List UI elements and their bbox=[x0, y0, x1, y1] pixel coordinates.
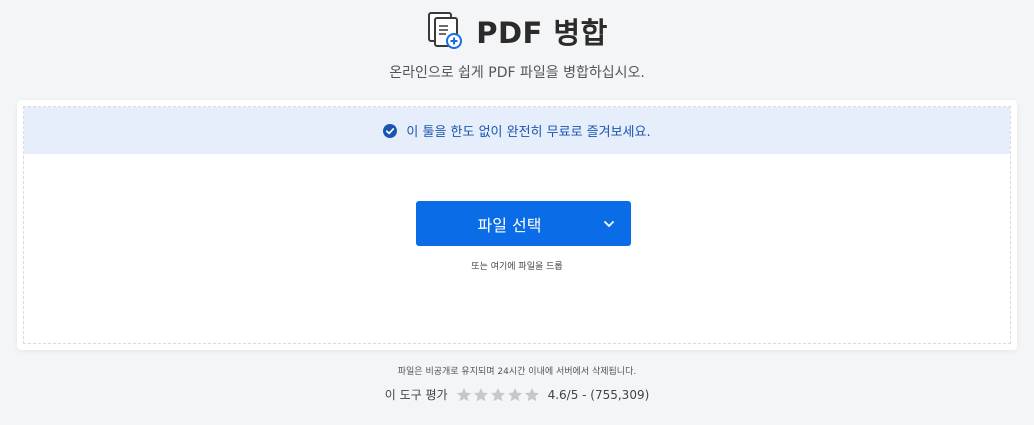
select-files-label: 파일 선택 bbox=[477, 215, 542, 235]
star-icon[interactable] bbox=[490, 387, 506, 403]
star-icon[interactable] bbox=[473, 387, 489, 403]
rating-stars[interactable] bbox=[456, 387, 540, 403]
star-icon[interactable] bbox=[456, 387, 472, 403]
upload-card: 이 툴을 한도 없이 완전히 무료로 즐겨보세요. 파일 선택 또는 여기에 파… bbox=[17, 100, 1017, 350]
star-icon[interactable] bbox=[507, 387, 523, 403]
tool-rating: 이 도구 평가 4.6/5 - (755,309) bbox=[0, 386, 1034, 403]
page-header: PDF 병합 bbox=[0, 10, 1034, 52]
upload-source-dropdown[interactable] bbox=[587, 201, 631, 246]
chevron-down-icon bbox=[604, 220, 614, 227]
merge-pdf-icon bbox=[428, 12, 463, 49]
star-icon[interactable] bbox=[524, 387, 540, 403]
select-files-button[interactable]: 파일 선택 bbox=[416, 201, 631, 246]
rating-score: 4.6/5 - (755,309) bbox=[547, 387, 650, 402]
page-title: PDF 병합 bbox=[476, 16, 608, 50]
privacy-note: 파일은 비공개로 유지되며 24시간 이내에 서버에서 삭제됩니다. bbox=[397, 367, 637, 377]
page-subtitle: 온라인으로 쉽게 PDF 파일을 병합하십시오. bbox=[389, 65, 645, 81]
free-banner: 이 툴을 한도 없이 완전히 무료로 즐겨보세요. bbox=[24, 107, 1010, 154]
banner-text: 이 툴을 한도 없이 완전히 무료로 즐겨보세요. bbox=[406, 125, 651, 140]
drop-zone[interactable]: 이 툴을 한도 없이 완전히 무료로 즐겨보세요. 파일 선택 또는 여기에 파… bbox=[23, 106, 1011, 344]
rating-label: 이 도구 평가 bbox=[384, 388, 448, 402]
drop-hint: 또는 여기에 파일을 드롭 bbox=[471, 262, 563, 272]
check-circle-icon bbox=[383, 123, 398, 138]
